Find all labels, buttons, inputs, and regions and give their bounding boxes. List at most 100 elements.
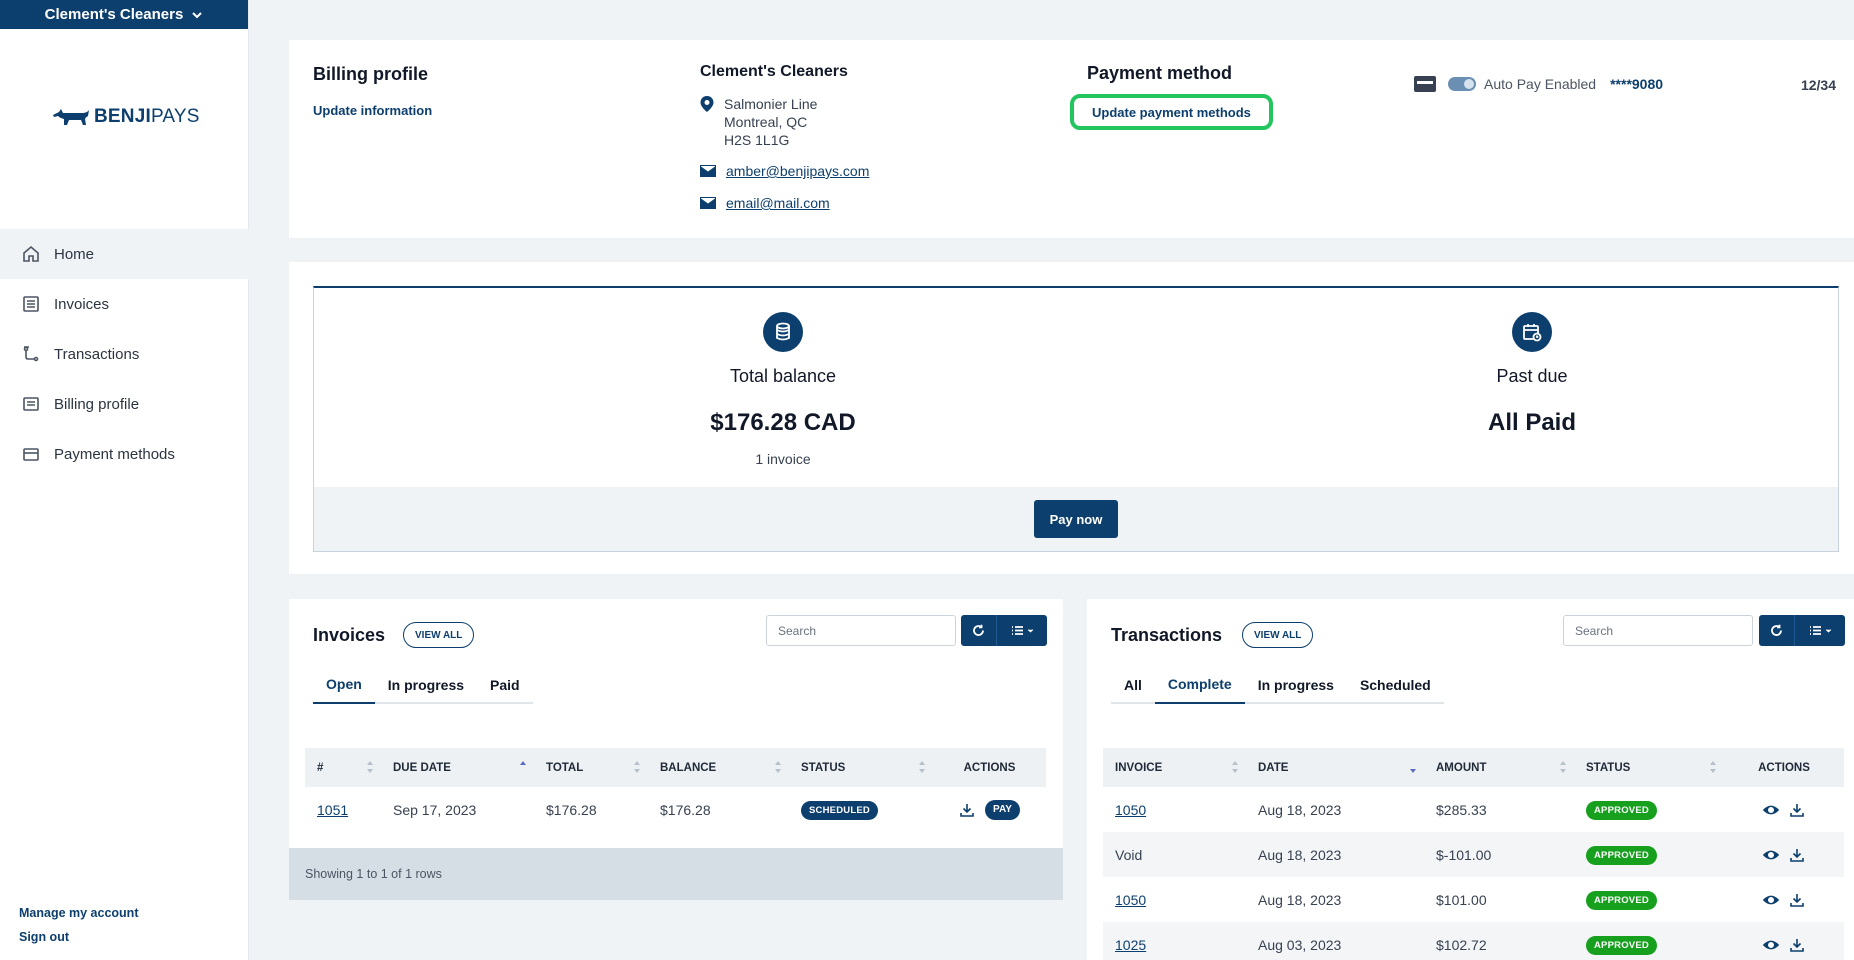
coins-icon bbox=[763, 312, 803, 352]
invoice-link[interactable]: 1025 bbox=[1115, 937, 1146, 953]
amount: $285.33 bbox=[1436, 801, 1487, 818]
date: Aug 18, 2023 bbox=[1258, 801, 1342, 818]
billing-profile-card: Billing profile Update information Cleme… bbox=[289, 40, 1854, 238]
col-actions: ACTIONS bbox=[933, 748, 1046, 787]
dog-logo-icon bbox=[53, 109, 89, 125]
past-due-stat: Past due All Paid bbox=[1382, 312, 1682, 437]
invoices-tabs: Open In progress Paid bbox=[313, 665, 533, 704]
tab-in-progress[interactable]: In progress bbox=[1245, 665, 1347, 704]
transactions-title: Transactions bbox=[1111, 625, 1223, 645]
update-information-link[interactable]: Update information bbox=[313, 103, 432, 118]
pay-invoice-button[interactable]: PAY bbox=[985, 799, 1020, 820]
status-badge: APPROVED bbox=[1586, 845, 1657, 865]
eye-icon[interactable] bbox=[1763, 847, 1779, 863]
sidebar-item-payment-methods[interactable]: Payment methods bbox=[0, 429, 249, 479]
balance-summary-card: Total balance $176.28 CAD 1 invoice Past… bbox=[289, 262, 1854, 574]
transactions-refresh-button[interactable] bbox=[1759, 615, 1795, 646]
tab-all[interactable]: All bbox=[1111, 665, 1155, 704]
pay-now-button[interactable]: Pay now bbox=[1033, 500, 1119, 538]
transactions-columns-button[interactable] bbox=[1795, 615, 1845, 646]
home-icon bbox=[23, 245, 39, 262]
transactions-tabs: All Complete In progress Scheduled bbox=[1111, 665, 1444, 704]
sidebar-item-home[interactable]: Home bbox=[0, 229, 249, 279]
organization-switcher[interactable]: Clement's Cleaners bbox=[0, 0, 248, 29]
caret-down-icon bbox=[1027, 629, 1033, 633]
update-payment-methods-button[interactable]: Update payment methods bbox=[1070, 94, 1273, 130]
sidebar-item-transactions[interactable]: Transactions bbox=[0, 329, 249, 379]
email-row-1: amber@benjipays.com bbox=[700, 163, 869, 179]
invoices-view-all-button[interactable]: VIEW ALL bbox=[403, 622, 475, 648]
table-row: 1050 Aug 18, 2023 $101.00 APPROVED bbox=[1103, 877, 1844, 922]
sidebar: Clement's Cleaners BENJIPAYS Home Invoic… bbox=[0, 0, 249, 960]
address: Salmonier Line Montreal, QC H2S 1L1G bbox=[700, 95, 869, 149]
tab-complete[interactable]: Complete bbox=[1154, 665, 1245, 704]
refresh-icon bbox=[973, 624, 984, 636]
envelope-icon bbox=[700, 197, 716, 209]
list-icon bbox=[1011, 626, 1023, 635]
col-number[interactable]: # bbox=[305, 748, 381, 787]
envelope-icon bbox=[700, 165, 716, 177]
col-amount[interactable]: AMOUNT bbox=[1424, 748, 1574, 787]
sidebar-item-invoices[interactable]: Invoices bbox=[0, 279, 249, 329]
invoice-link[interactable]: 1050 bbox=[1115, 802, 1146, 818]
invoice-number-link[interactable]: 1051 bbox=[317, 802, 348, 818]
col-actions: ACTIONS bbox=[1724, 748, 1844, 787]
refresh-icon bbox=[1771, 624, 1782, 636]
tab-in-progress[interactable]: In progress bbox=[375, 665, 477, 704]
autopay-label: Auto Pay Enabled bbox=[1484, 76, 1597, 92]
transactions-search-input[interactable] bbox=[1563, 615, 1753, 646]
col-date[interactable]: DATE bbox=[1246, 748, 1424, 787]
amount: $101.00 bbox=[1436, 891, 1487, 908]
total: $176.28 bbox=[546, 801, 597, 818]
download-icon[interactable] bbox=[1789, 937, 1805, 953]
col-invoice[interactable]: INVOICE bbox=[1103, 748, 1246, 787]
download-icon[interactable] bbox=[959, 802, 975, 818]
tab-paid[interactable]: Paid bbox=[477, 665, 533, 704]
download-icon[interactable] bbox=[1789, 847, 1805, 863]
transactions-view-all-button[interactable]: VIEW ALL bbox=[1242, 622, 1314, 648]
email-link-1[interactable]: amber@benjipays.com bbox=[726, 163, 869, 179]
card-expiry: 12/34 bbox=[1800, 77, 1836, 93]
payment-method-title: Payment method bbox=[1087, 63, 1233, 83]
col-status[interactable]: STATUS bbox=[1574, 748, 1724, 787]
table-row: 1025 Aug 03, 2023 $102.72 APPROVED bbox=[1103, 922, 1844, 960]
invoices-columns-button[interactable] bbox=[997, 615, 1047, 646]
col-status[interactable]: STATUS bbox=[789, 748, 933, 787]
company-info: Clement's Cleaners Salmonier Line Montre… bbox=[700, 63, 869, 211]
sign-out-link[interactable]: Sign out bbox=[19, 930, 138, 944]
total-balance-stat: Total balance $176.28 CAD 1 invoice bbox=[633, 312, 933, 467]
invoice-void: Void bbox=[1103, 832, 1246, 877]
table-row: Void Aug 18, 2023 $-101.00 APPROVED bbox=[1103, 832, 1844, 877]
invoices-refresh-button[interactable] bbox=[961, 615, 997, 646]
autopay-toggle[interactable] bbox=[1448, 77, 1476, 91]
amount: $-101.00 bbox=[1424, 832, 1574, 877]
sidebar-item-billing-profile[interactable]: Billing profile bbox=[0, 379, 249, 429]
eye-icon[interactable] bbox=[1763, 802, 1779, 818]
credit-card-icon bbox=[23, 448, 39, 461]
date: Aug 18, 2023 bbox=[1258, 891, 1342, 908]
eye-icon[interactable] bbox=[1763, 892, 1779, 908]
manage-account-link[interactable]: Manage my account bbox=[19, 906, 138, 920]
status-badge: APPROVED bbox=[1586, 935, 1657, 955]
table-pagination-info: Showing 1 to 1 of 1 rows bbox=[289, 848, 1063, 900]
address-line-3: H2S 1L1G bbox=[724, 132, 790, 148]
address-line-1: Salmonier Line bbox=[724, 96, 818, 112]
download-icon[interactable] bbox=[1789, 892, 1805, 908]
invoices-search-input[interactable] bbox=[766, 615, 956, 646]
email-link-2[interactable]: email@mail.com bbox=[726, 195, 830, 211]
invoices-card: Invoices VIEW ALL Open In progress Paid … bbox=[289, 599, 1063, 900]
tab-scheduled[interactable]: Scheduled bbox=[1347, 665, 1444, 704]
invoice-link[interactable]: 1050 bbox=[1115, 892, 1146, 908]
tab-open[interactable]: Open bbox=[313, 665, 375, 704]
location-pin-icon bbox=[700, 96, 714, 112]
download-icon[interactable] bbox=[1789, 802, 1805, 818]
col-due-date[interactable]: DUE DATE bbox=[381, 748, 534, 787]
invoice-icon bbox=[23, 296, 39, 312]
payment-method-info: Auto Pay Enabled ****9080 bbox=[1414, 76, 1663, 92]
total-balance-value: $176.28 CAD bbox=[710, 409, 856, 436]
eye-icon[interactable] bbox=[1763, 937, 1779, 953]
status-badge: SCHEDULED bbox=[801, 800, 878, 820]
status-badge: APPROVED bbox=[1586, 800, 1657, 820]
col-total[interactable]: TOTAL bbox=[534, 748, 648, 787]
col-balance[interactable]: BALANCE bbox=[648, 748, 789, 787]
